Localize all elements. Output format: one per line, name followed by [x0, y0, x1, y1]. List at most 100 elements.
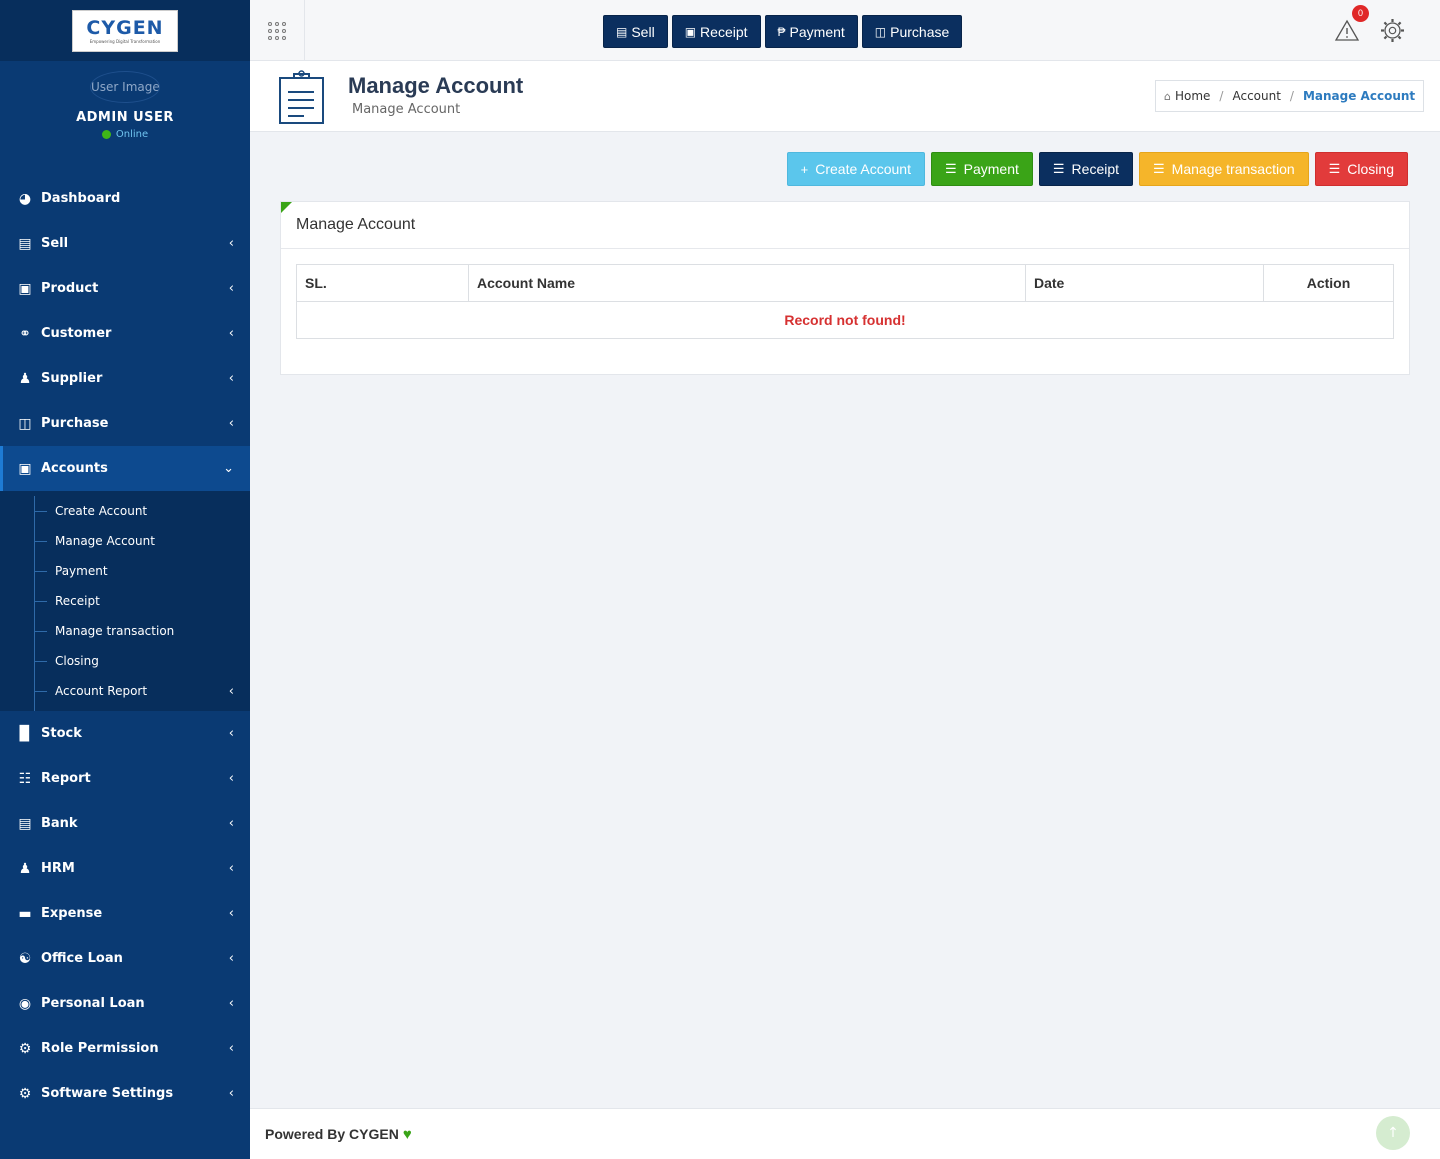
sidebar-item-software-settings[interactable]: ⚙ Software Settings ‹: [0, 1071, 250, 1116]
heart-icon: ♥: [402, 1125, 412, 1143]
sidebar-item-label: HRM: [41, 861, 75, 876]
quick-payment-button[interactable]: ₱ Payment: [764, 15, 858, 48]
sidebar-item-label: Accounts: [41, 461, 108, 476]
notification-button[interactable]: [1334, 18, 1360, 44]
app-grid-button[interactable]: [250, 0, 305, 61]
chevron-left-icon: ‹: [228, 771, 234, 786]
manage-transaction-button[interactable]: ☰ Manage transaction: [1139, 152, 1309, 186]
sidebar-item-expense[interactable]: ▬ Expense ‹: [0, 891, 250, 936]
submenu-item-closing[interactable]: Closing: [0, 646, 250, 676]
submenu-item-receipt[interactable]: Receipt: [0, 586, 250, 616]
bar-chart-icon: ▉: [19, 725, 31, 742]
briefcase-icon: ▤: [18, 815, 32, 832]
empty-message: Record not found!: [296, 301, 1394, 339]
person-icon: ♟: [18, 860, 32, 877]
sidebar-item-supplier[interactable]: ♟ Supplier ‹: [0, 356, 250, 401]
quick-purchase-label: Purchase: [890, 23, 950, 40]
chevron-left-icon: ‹: [228, 816, 234, 831]
sidebar-item-personal-loan[interactable]: ◉ Personal Loan ‹: [0, 981, 250, 1026]
page-title: Manage Account: [348, 73, 524, 98]
chevron-left-icon: ‹: [228, 326, 234, 341]
sidebar-item-stock[interactable]: ▉ Stock ‹: [0, 711, 250, 756]
sidebar-item-accounts[interactable]: ▣ Accounts ⌄: [0, 446, 250, 491]
sidebar-item-customer[interactable]: ⚭ Customer ‹: [0, 311, 250, 356]
settings-button[interactable]: [1379, 17, 1406, 44]
sidebar-item-label: Report: [41, 771, 91, 786]
user-circle-icon: ◉: [18, 995, 32, 1012]
user-icon: ♟: [18, 370, 32, 387]
plus-icon: +: [800, 161, 809, 177]
create-account-label: Create Account: [815, 161, 911, 177]
sidebar-item-label: Personal Loan: [41, 996, 145, 1011]
chevron-left-icon: ‹: [228, 1086, 234, 1101]
sidebar-item-sell[interactable]: ▤ Sell ‹: [0, 221, 250, 266]
receipt-button[interactable]: ☰ Receipt: [1038, 152, 1134, 186]
submenu-item-account-report[interactable]: Account Report ‹: [0, 676, 250, 706]
panel-heading: Manage Account: [281, 202, 1409, 249]
sidebar-item-role-permission[interactable]: ⚙ Role Permission ‹: [0, 1026, 250, 1071]
closing-button[interactable]: ☰ Closing: [1314, 152, 1408, 186]
breadcrumb-account[interactable]: Account: [1232, 89, 1280, 103]
column-header-date[interactable]: Date: [1025, 264, 1264, 302]
brand-logo[interactable]: CYGEN Empowering Digital Transformation: [72, 9, 178, 52]
quick-sell-label: Sell: [631, 23, 655, 40]
sidebar-item-label: Sell: [41, 236, 69, 251]
chevron-down-icon: ⌄: [223, 461, 234, 476]
submenu-item-payment[interactable]: Payment: [0, 556, 250, 586]
sidebar-item-hrm[interactable]: ♟ HRM ‹: [0, 846, 250, 891]
avatar: User Image: [90, 71, 160, 103]
book-icon: ☷: [18, 770, 32, 787]
sidebar-item-label: Dashboard: [41, 191, 121, 206]
receipt-label: Receipt: [1071, 161, 1120, 177]
sidebar-item-dashboard[interactable]: ◕ Dashboard: [0, 176, 250, 221]
chevron-left-icon: ‹: [228, 1041, 234, 1056]
panel-corner-marker: [281, 202, 292, 213]
top-header: ▤ Sell ▣ Receipt ₱ Payment ◫ Purchase 0: [250, 0, 1440, 61]
payment-button[interactable]: ☰ Payment: [930, 152, 1033, 186]
breadcrumb-separator: /: [1219, 89, 1224, 103]
quick-purchase-button[interactable]: ◫ Purchase: [861, 15, 963, 48]
column-header-sl[interactable]: SL.: [296, 264, 469, 302]
manage-account-panel: Manage Account SL. Account Name Date Act…: [280, 201, 1410, 375]
chevron-left-icon: ‹: [228, 236, 234, 251]
chevron-left-icon: ‹: [228, 683, 234, 699]
breadcrumb-home[interactable]: Home: [1175, 89, 1210, 103]
list-icon: ☰: [1328, 161, 1341, 176]
gear-icon: [1381, 19, 1404, 42]
create-account-button[interactable]: + Create Account: [786, 152, 925, 186]
column-header-action: Action: [1263, 264, 1394, 302]
sidebar-item-bank[interactable]: ▤ Bank ‹: [0, 801, 250, 846]
accounts-submenu: Create Account Manage Account Payment Re…: [0, 491, 250, 711]
chevron-left-icon: ‹: [228, 996, 234, 1011]
quick-receipt-button[interactable]: ▣ Receipt: [671, 15, 761, 48]
sidebar-item-product[interactable]: ▣ Product ‹: [0, 266, 250, 311]
sidebar-item-purchase[interactable]: ◫ Purchase ‹: [0, 401, 250, 446]
submenu-item-label: Payment: [55, 564, 108, 578]
submenu-item-manage-account[interactable]: Manage Account: [0, 526, 250, 556]
breadcrumb-separator: /: [1289, 89, 1294, 103]
submenu-item-manage-transaction[interactable]: Manage transaction: [0, 616, 250, 646]
breadcrumb: ⌂ Home / Account / Manage Account: [1155, 80, 1425, 112]
sidebar-item-office-loan[interactable]: ☯ Office Loan ‹: [0, 936, 250, 981]
submenu-item-label: Manage transaction: [55, 624, 175, 638]
action-bar: + Create Account ☰ Payment ☰ Receipt ☰ Manag…: [786, 152, 1408, 186]
sidebar-item-label: Stock: [41, 726, 82, 741]
money-icon: ▣: [684, 24, 697, 39]
scroll-to-top-button[interactable]: ↑: [1376, 1116, 1410, 1150]
sidebar-item-label: Bank: [41, 816, 78, 831]
gear-icon: ⚙: [18, 1040, 32, 1057]
credit-card-icon: ▬: [18, 905, 32, 922]
column-header-account-name[interactable]: Account Name: [468, 264, 1026, 302]
accounts-table: SL. Account Name Date Action Record not …: [296, 264, 1394, 339]
breadcrumb-current: Manage Account: [1302, 89, 1416, 103]
grid-icon: [268, 21, 286, 40]
quick-sell-button[interactable]: ▤ Sell: [603, 15, 668, 48]
submenu-item-label: Account Report: [55, 684, 148, 698]
footer: Powered By CYGEN ♥: [250, 1108, 1440, 1159]
sidebar-item-report[interactable]: ☷ Report ‹: [0, 756, 250, 801]
submenu-item-label: Receipt: [55, 594, 100, 608]
clipboard-icon: [278, 70, 326, 125]
submenu-item-create-account[interactable]: Create Account: [0, 496, 250, 526]
quick-actions: ▤ Sell ▣ Receipt ₱ Payment ◫ Purchase: [603, 15, 963, 48]
sidebar-item-label: Customer: [41, 326, 112, 341]
